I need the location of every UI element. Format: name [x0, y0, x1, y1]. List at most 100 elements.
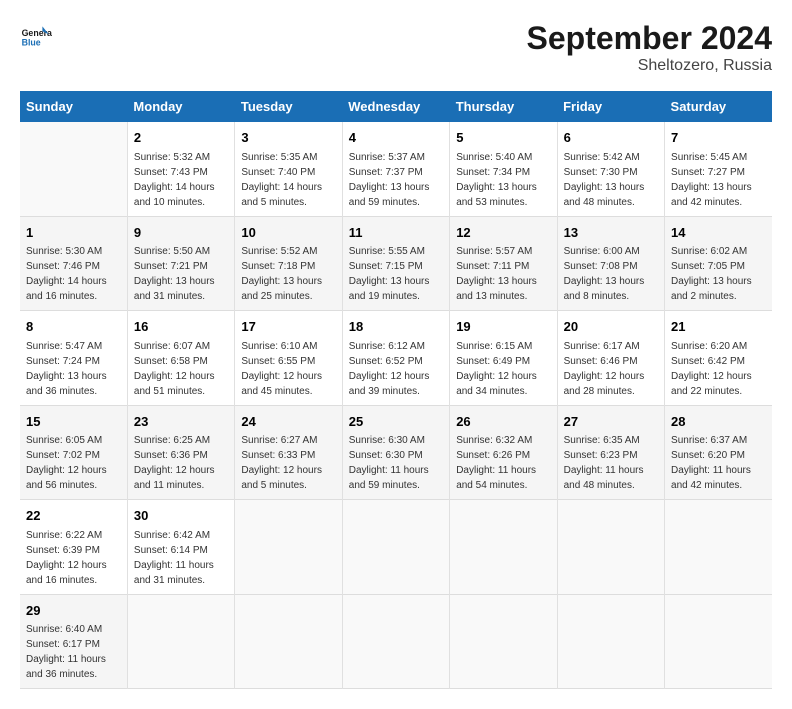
calendar-cell: 23Sunrise: 6:25 AM Sunset: 6:36 PM Dayli… — [127, 405, 234, 500]
week-row-5: 22Sunrise: 6:22 AM Sunset: 6:39 PM Dayli… — [20, 500, 772, 595]
calendar-cell: 22Sunrise: 6:22 AM Sunset: 6:39 PM Dayli… — [20, 500, 127, 595]
day-number: 9 — [134, 223, 228, 243]
calendar-header-row: SundayMondayTuesdayWednesdayThursdayFrid… — [20, 91, 772, 122]
location-subtitle: Sheltozero, Russia — [527, 57, 772, 75]
day-number: 10 — [241, 223, 335, 243]
calendar-cell — [342, 500, 449, 595]
day-info: Sunrise: 6:12 AM Sunset: 6:52 PM Dayligh… — [349, 339, 443, 399]
day-number: 11 — [349, 223, 443, 243]
calendar-cell: 12Sunrise: 5:57 AM Sunset: 7:11 PM Dayli… — [450, 216, 557, 311]
calendar-cell: 27Sunrise: 6:35 AM Sunset: 6:23 PM Dayli… — [557, 405, 664, 500]
calendar-cell — [450, 500, 557, 595]
calendar-cell: 11Sunrise: 5:55 AM Sunset: 7:15 PM Dayli… — [342, 216, 449, 311]
day-info: Sunrise: 6:42 AM Sunset: 6:14 PM Dayligh… — [134, 528, 228, 588]
calendar-cell: 3Sunrise: 5:35 AM Sunset: 7:40 PM Daylig… — [235, 122, 342, 216]
day-number: 22 — [26, 506, 121, 526]
header-thursday: Thursday — [450, 91, 557, 122]
calendar-cell: 5Sunrise: 5:40 AM Sunset: 7:34 PM Daylig… — [450, 122, 557, 216]
day-info: Sunrise: 6:20 AM Sunset: 6:42 PM Dayligh… — [671, 339, 766, 399]
calendar-cell: 24Sunrise: 6:27 AM Sunset: 6:33 PM Dayli… — [235, 405, 342, 500]
day-number: 12 — [456, 223, 550, 243]
day-info: Sunrise: 6:15 AM Sunset: 6:49 PM Dayligh… — [456, 339, 550, 399]
week-row-6: 29Sunrise: 6:40 AM Sunset: 6:17 PM Dayli… — [20, 594, 772, 689]
week-row-4: 15Sunrise: 6:05 AM Sunset: 7:02 PM Dayli… — [20, 405, 772, 500]
day-info: Sunrise: 5:42 AM Sunset: 7:30 PM Dayligh… — [564, 150, 658, 210]
calendar-cell — [450, 594, 557, 689]
calendar-cell — [557, 500, 664, 595]
header-tuesday: Tuesday — [235, 91, 342, 122]
calendar-cell: 29Sunrise: 6:40 AM Sunset: 6:17 PM Dayli… — [20, 594, 127, 689]
day-number: 7 — [671, 128, 766, 148]
day-number: 8 — [26, 317, 121, 337]
day-info: Sunrise: 5:55 AM Sunset: 7:15 PM Dayligh… — [349, 244, 443, 304]
day-number: 26 — [456, 412, 550, 432]
calendar-cell — [342, 594, 449, 689]
calendar-cell: 7Sunrise: 5:45 AM Sunset: 7:27 PM Daylig… — [665, 122, 772, 216]
header-sunday: Sunday — [20, 91, 127, 122]
day-number: 20 — [564, 317, 658, 337]
day-info: Sunrise: 6:07 AM Sunset: 6:58 PM Dayligh… — [134, 339, 228, 399]
day-number: 3 — [241, 128, 335, 148]
calendar-cell — [665, 594, 772, 689]
calendar-cell — [235, 594, 342, 689]
day-number: 30 — [134, 506, 228, 526]
calendar-cell — [557, 594, 664, 689]
day-info: Sunrise: 5:47 AM Sunset: 7:24 PM Dayligh… — [26, 339, 121, 399]
calendar-cell: 18Sunrise: 6:12 AM Sunset: 6:52 PM Dayli… — [342, 311, 449, 406]
calendar-cell: 13Sunrise: 6:00 AM Sunset: 7:08 PM Dayli… — [557, 216, 664, 311]
day-number: 5 — [456, 128, 550, 148]
day-info: Sunrise: 6:10 AM Sunset: 6:55 PM Dayligh… — [241, 339, 335, 399]
day-number: 18 — [349, 317, 443, 337]
day-info: Sunrise: 5:45 AM Sunset: 7:27 PM Dayligh… — [671, 150, 766, 210]
day-info: Sunrise: 6:40 AM Sunset: 6:17 PM Dayligh… — [26, 622, 121, 682]
day-number: 2 — [134, 128, 228, 148]
day-number: 24 — [241, 412, 335, 432]
logo-icon: General Blue — [20, 20, 52, 52]
day-number: 6 — [564, 128, 658, 148]
logo: General Blue — [20, 20, 52, 52]
calendar-cell: 16Sunrise: 6:07 AM Sunset: 6:58 PM Dayli… — [127, 311, 234, 406]
calendar-table: SundayMondayTuesdayWednesdayThursdayFrid… — [20, 91, 772, 689]
day-info: Sunrise: 6:35 AM Sunset: 6:23 PM Dayligh… — [564, 433, 658, 493]
day-number: 1 — [26, 223, 121, 243]
calendar-cell: 26Sunrise: 6:32 AM Sunset: 6:26 PM Dayli… — [450, 405, 557, 500]
calendar-cell: 21Sunrise: 6:20 AM Sunset: 6:42 PM Dayli… — [665, 311, 772, 406]
day-info: Sunrise: 5:50 AM Sunset: 7:21 PM Dayligh… — [134, 244, 228, 304]
day-number: 29 — [26, 601, 121, 621]
day-info: Sunrise: 6:17 AM Sunset: 6:46 PM Dayligh… — [564, 339, 658, 399]
day-info: Sunrise: 5:32 AM Sunset: 7:43 PM Dayligh… — [134, 150, 228, 210]
calendar-cell: 25Sunrise: 6:30 AM Sunset: 6:30 PM Dayli… — [342, 405, 449, 500]
calendar-cell — [665, 500, 772, 595]
day-number: 25 — [349, 412, 443, 432]
day-number: 21 — [671, 317, 766, 337]
calendar-cell: 10Sunrise: 5:52 AM Sunset: 7:18 PM Dayli… — [235, 216, 342, 311]
calendar-cell: 17Sunrise: 6:10 AM Sunset: 6:55 PM Dayli… — [235, 311, 342, 406]
day-number: 15 — [26, 412, 121, 432]
day-number: 28 — [671, 412, 766, 432]
day-info: Sunrise: 5:30 AM Sunset: 7:46 PM Dayligh… — [26, 244, 121, 304]
day-info: Sunrise: 5:37 AM Sunset: 7:37 PM Dayligh… — [349, 150, 443, 210]
calendar-cell: 6Sunrise: 5:42 AM Sunset: 7:30 PM Daylig… — [557, 122, 664, 216]
week-row-3: 8Sunrise: 5:47 AM Sunset: 7:24 PM Daylig… — [20, 311, 772, 406]
day-info: Sunrise: 6:32 AM Sunset: 6:26 PM Dayligh… — [456, 433, 550, 493]
day-info: Sunrise: 6:37 AM Sunset: 6:20 PM Dayligh… — [671, 433, 766, 493]
day-info: Sunrise: 6:25 AM Sunset: 6:36 PM Dayligh… — [134, 433, 228, 493]
day-info: Sunrise: 6:00 AM Sunset: 7:08 PM Dayligh… — [564, 244, 658, 304]
calendar-cell — [20, 122, 127, 216]
calendar-cell: 20Sunrise: 6:17 AM Sunset: 6:46 PM Dayli… — [557, 311, 664, 406]
calendar-cell — [235, 500, 342, 595]
day-info: Sunrise: 6:30 AM Sunset: 6:30 PM Dayligh… — [349, 433, 443, 493]
calendar-cell: 30Sunrise: 6:42 AM Sunset: 6:14 PM Dayli… — [127, 500, 234, 595]
day-info: Sunrise: 6:22 AM Sunset: 6:39 PM Dayligh… — [26, 528, 121, 588]
calendar-cell: 1Sunrise: 5:30 AM Sunset: 7:46 PM Daylig… — [20, 216, 127, 311]
month-title: September 2024 — [527, 20, 772, 57]
day-info: Sunrise: 6:05 AM Sunset: 7:02 PM Dayligh… — [26, 433, 121, 493]
day-info: Sunrise: 5:57 AM Sunset: 7:11 PM Dayligh… — [456, 244, 550, 304]
day-number: 4 — [349, 128, 443, 148]
svg-text:Blue: Blue — [22, 38, 41, 48]
calendar-cell: 28Sunrise: 6:37 AM Sunset: 6:20 PM Dayli… — [665, 405, 772, 500]
day-number: 19 — [456, 317, 550, 337]
week-row-2: 1Sunrise: 5:30 AM Sunset: 7:46 PM Daylig… — [20, 216, 772, 311]
day-number: 14 — [671, 223, 766, 243]
day-info: Sunrise: 5:52 AM Sunset: 7:18 PM Dayligh… — [241, 244, 335, 304]
